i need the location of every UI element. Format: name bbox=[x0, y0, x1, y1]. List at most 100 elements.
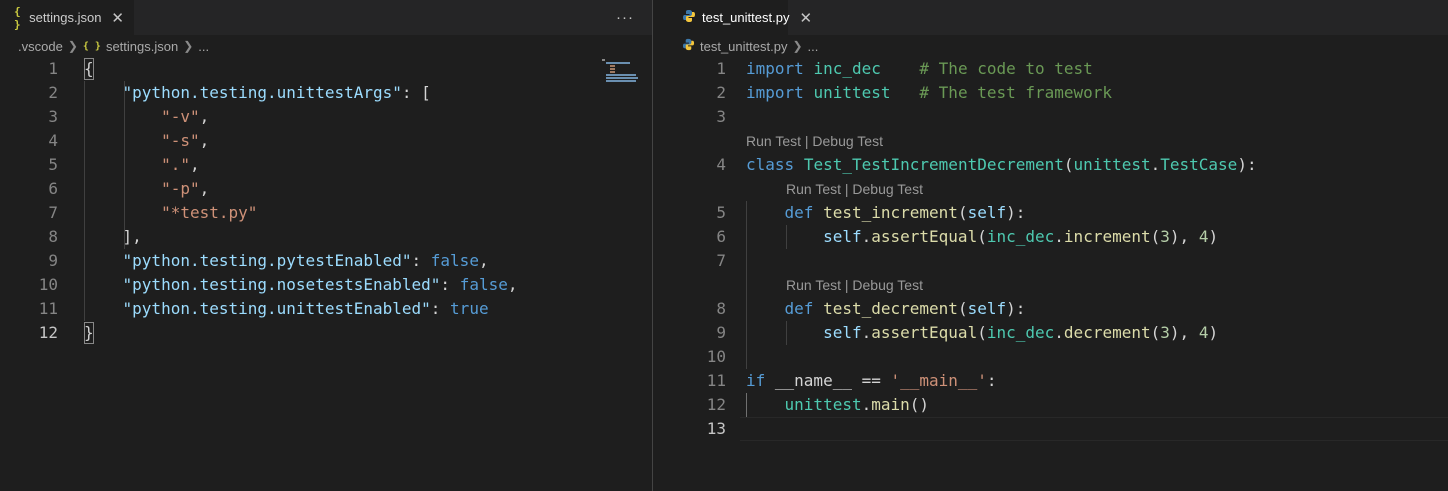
code-line[interactable]: 8 def test_decrement(self): bbox=[668, 297, 1448, 321]
code-line[interactable]: 6 self.assertEqual(inc_dec.increment(3),… bbox=[668, 225, 1448, 249]
code-token: ( bbox=[1063, 155, 1074, 174]
minimap[interactable] bbox=[600, 57, 642, 87]
line-number: 2 bbox=[48, 83, 58, 102]
code-line[interactable]: 4 "-s", bbox=[0, 129, 652, 153]
code-token: "*test.py" bbox=[161, 203, 258, 222]
code-token: assertEqual bbox=[871, 227, 978, 246]
code-token: 3 bbox=[1160, 227, 1170, 246]
code-line[interactable]: 8 ], bbox=[0, 225, 652, 249]
line-number: 1 bbox=[48, 59, 58, 78]
code-text: import inc_dec # The code to test bbox=[746, 57, 1093, 81]
codelens-run-debug-test[interactable]: Run Test | Debug Test bbox=[786, 273, 923, 297]
breadcrumb-folder[interactable]: .vscode bbox=[18, 39, 63, 54]
code-token: "python.testing.nosetestsEnabled" bbox=[122, 275, 441, 294]
code-line[interactable]: 13 bbox=[668, 417, 1448, 441]
code-line[interactable]: 10 bbox=[668, 345, 1448, 369]
code-line[interactable]: 10 "python.testing.nosetestsEnabled": fa… bbox=[0, 273, 652, 297]
code-line[interactable]: 1{ bbox=[0, 57, 652, 81]
code-token: "-p" bbox=[161, 179, 200, 198]
code-token: : bbox=[411, 251, 431, 270]
code-token: unittest bbox=[813, 83, 891, 102]
code-token: self bbox=[823, 323, 862, 342]
codelens-run-debug-test[interactable]: Run Test | Debug Test bbox=[746, 129, 883, 153]
close-icon[interactable]: ✕ bbox=[799, 9, 812, 27]
code-token: { bbox=[84, 59, 94, 78]
codelens-run-debug-test[interactable]: Run Test | Debug Test bbox=[786, 177, 923, 201]
code-token: } bbox=[84, 323, 94, 342]
code-line[interactable]: 9 self.assertEqual(inc_dec.decrement(3),… bbox=[668, 321, 1448, 345]
code-token: def bbox=[784, 203, 814, 222]
code-line[interactable]: 2 import unittest # The test framework bbox=[668, 81, 1448, 105]
line-number: 4 bbox=[716, 155, 726, 174]
breadcrumb-file[interactable]: settings.json bbox=[106, 39, 178, 54]
code-line[interactable]: 7 "*test.py" bbox=[0, 201, 652, 225]
code-line[interactable]: 7 bbox=[668, 249, 1448, 273]
code-token: if bbox=[746, 371, 766, 390]
code-line[interactable]: 1 import inc_dec # The code to test bbox=[668, 57, 1448, 81]
code-text: "-s", bbox=[84, 129, 209, 153]
code-token: "-v" bbox=[161, 107, 200, 126]
line-number: 10 bbox=[706, 347, 726, 366]
code-text: class Test_TestIncrementDecrement(unitte… bbox=[746, 153, 1257, 177]
breadcrumb-ellipsis[interactable]: ... bbox=[198, 39, 209, 54]
code-editor[interactable]: 1 import inc_dec # The code to test 2 impor… bbox=[668, 57, 1448, 491]
code-line[interactable]: 5 def test_increment(self): bbox=[668, 201, 1448, 225]
code-token: "python.testing.unittestEnabled" bbox=[122, 299, 431, 318]
code-text: "python.testing.unittestArgs": [ bbox=[84, 81, 431, 105]
code-token: # The test framework bbox=[919, 83, 1113, 102]
code-line[interactable]: 5 ".", bbox=[0, 153, 652, 177]
line-number: 9 bbox=[716, 323, 726, 342]
code-line[interactable]: 11 "python.testing.unittestEnabled": tru… bbox=[0, 297, 652, 321]
line-number: 6 bbox=[48, 179, 58, 198]
editor-split-sash[interactable] bbox=[652, 0, 668, 491]
code-line[interactable]: 9 "python.testing.pytestEnabled": false, bbox=[0, 249, 652, 273]
tab-label: settings.json bbox=[29, 10, 102, 25]
tab-settings-json[interactable]: { } settings.json ✕ bbox=[0, 0, 134, 35]
code-line[interactable]: 3 bbox=[668, 105, 1448, 129]
code-line[interactable]: 4 class Test_TestIncrementDecrement(unitt… bbox=[668, 153, 1448, 177]
line-number: 2 bbox=[716, 83, 726, 102]
line-number: 6 bbox=[716, 227, 726, 246]
breadcrumb: .vscode ❯ { } settings.json ❯ ... bbox=[0, 35, 652, 57]
code-line[interactable]: 12} bbox=[0, 321, 652, 345]
json-file-icon: { } bbox=[82, 40, 101, 52]
code-token: "python.testing.pytestEnabled" bbox=[122, 251, 412, 270]
code-token: : [ bbox=[401, 83, 431, 102]
code-text: ], bbox=[84, 225, 142, 249]
code-token: . bbox=[1150, 155, 1161, 174]
code-token: ( bbox=[957, 203, 968, 222]
code-token: import bbox=[746, 83, 804, 102]
code-editor[interactable]: 1{2 "python.testing.unittestArgs": [3 "-… bbox=[0, 57, 652, 491]
more-actions-button[interactable]: ··· bbox=[616, 9, 634, 26]
breadcrumb-ellipsis[interactable]: ... bbox=[808, 39, 819, 54]
code-text: "python.testing.pytestEnabled": false, bbox=[84, 249, 489, 273]
code-line[interactable]: 3 "-v", bbox=[0, 105, 652, 129]
line-number: 12 bbox=[706, 395, 726, 414]
code-text: { bbox=[84, 57, 94, 81]
code-token: "python.testing.unittestArgs" bbox=[122, 83, 402, 102]
code-token: . bbox=[861, 323, 872, 342]
code-token: . bbox=[1054, 227, 1064, 246]
code-line[interactable]: 6 "-p", bbox=[0, 177, 652, 201]
tab-test-unittest-py[interactable]: test_unittest.py ✕ bbox=[668, 0, 812, 35]
code-token: true bbox=[450, 299, 489, 318]
code-token: , bbox=[199, 107, 210, 126]
code-line[interactable]: 12 unittest.main() bbox=[668, 393, 1448, 417]
code-line[interactable]: 2 "python.testing.unittestArgs": [ bbox=[0, 81, 652, 105]
code-token: self bbox=[967, 299, 1007, 318]
line-number: 4 bbox=[48, 131, 58, 150]
python-file-icon bbox=[682, 9, 696, 26]
code-token: import bbox=[746, 59, 804, 78]
breadcrumb-file[interactable]: test_unittest.py bbox=[700, 39, 787, 54]
code-token: main bbox=[871, 395, 910, 414]
code-line[interactable]: 11 if __name__ == '__main__': bbox=[668, 369, 1448, 393]
close-icon[interactable]: ✕ bbox=[111, 9, 124, 27]
